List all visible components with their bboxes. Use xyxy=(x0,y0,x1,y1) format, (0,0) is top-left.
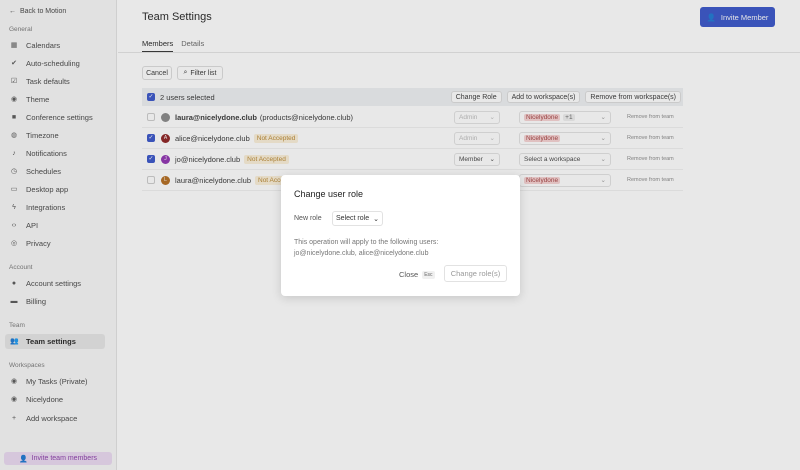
close-button[interactable]: Close Esc xyxy=(399,270,435,279)
role-select[interactable]: Select role ⌄ xyxy=(332,211,383,226)
info-text: This operation will apply to the followi… xyxy=(294,239,439,246)
new-role-label: New role xyxy=(294,215,322,222)
dialog-title: Change user role xyxy=(294,189,364,199)
affected-users: jo@nicelydone.club, alice@nicelydone.clu… xyxy=(294,250,429,257)
change-roles-button[interactable]: Change role(s) xyxy=(444,265,507,282)
change-role-dialog: Change user role New role Select role ⌄ T… xyxy=(281,175,520,296)
chevron-down-icon: ⌄ xyxy=(373,215,379,223)
esc-shortcut: Esc xyxy=(422,270,435,279)
